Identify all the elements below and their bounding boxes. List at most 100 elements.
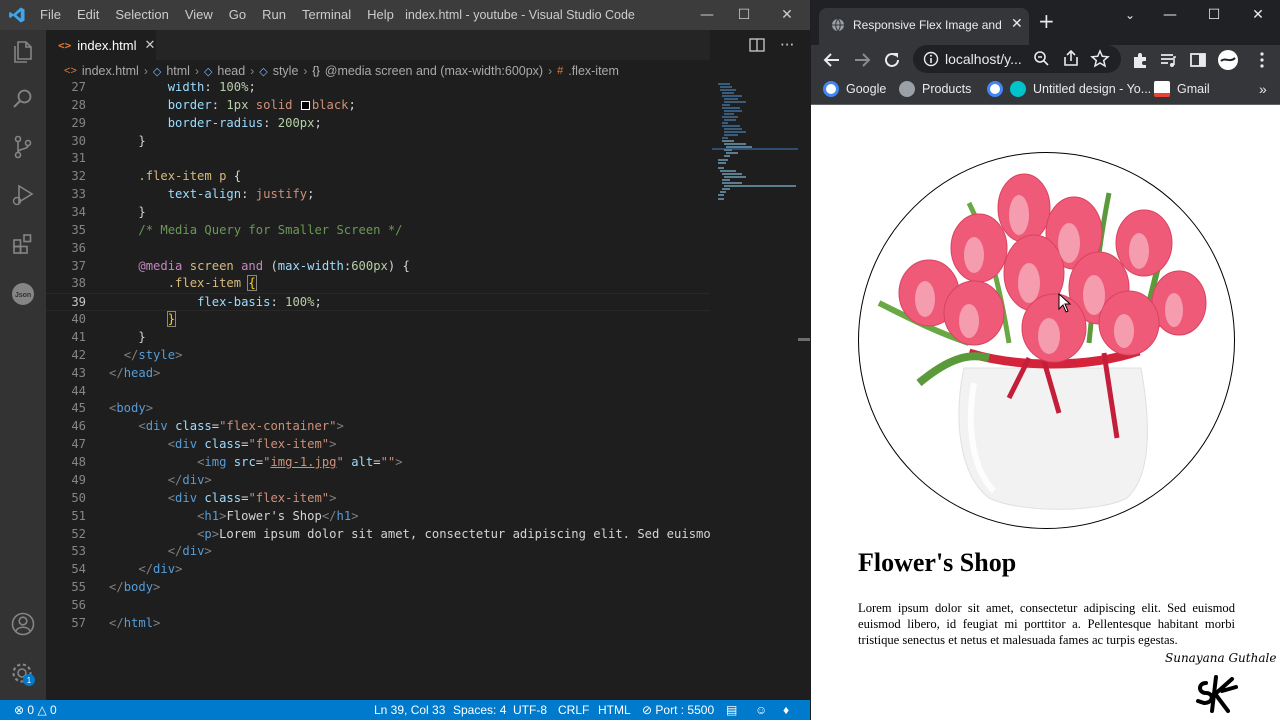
account-status-icon[interactable]: ☺: [755, 700, 767, 720]
code-line[interactable]: 56: [46, 597, 710, 615]
share-icon[interactable]: [1060, 48, 1082, 70]
bookmark-products[interactable]: Products: [899, 75, 971, 103]
code-line[interactable]: 49 </div>: [46, 472, 710, 490]
code-line[interactable]: 54 </div>: [46, 561, 710, 579]
code-line[interactable]: 33 text-align: justify;: [46, 186, 710, 204]
back-icon[interactable]: [821, 49, 843, 71]
code-line[interactable]: 51 <h1>Flower's Shop</h1>: [46, 508, 710, 526]
json-icon[interactable]: Json: [9, 280, 37, 308]
code-line[interactable]: 43 </head>: [46, 365, 710, 383]
close-window-icon[interactable]: ✕: [770, 0, 804, 30]
code-line[interactable]: 46 <div class="flex-container">: [46, 418, 710, 436]
side-panel-icon[interactable]: [1187, 49, 1209, 71]
code-line[interactable]: 53 </div>: [46, 543, 710, 561]
breadcrumb-file[interactable]: <> index.html: [64, 64, 139, 78]
explorer-icon[interactable]: [9, 38, 37, 66]
more-actions-icon[interactable]: ···: [780, 36, 794, 54]
address-bar[interactable]: localhost/y...: [913, 45, 1121, 73]
minimap[interactable]: [712, 82, 798, 202]
end-of-line[interactable]: CRLF: [558, 700, 589, 720]
profile-avatar[interactable]: [1217, 49, 1239, 71]
site-info-icon[interactable]: [923, 51, 939, 67]
bookmark-google[interactable]: Google: [823, 75, 886, 103]
tab-close-icon[interactable]: ✕: [1011, 16, 1023, 32]
media-queue-icon[interactable]: [1157, 49, 1179, 71]
source-control-icon[interactable]: [9, 133, 37, 161]
code-line[interactable]: 52 <p>Lorem ipsum dolor sit amet, consec…: [46, 526, 710, 544]
chrome-menu-icon[interactable]: [1251, 49, 1273, 71]
code-line[interactable]: 44: [46, 383, 710, 401]
code-line[interactable]: 47 <div class="flex-item">: [46, 436, 710, 454]
minimize-icon[interactable]: —: [1153, 0, 1187, 30]
cursor-position[interactable]: Ln 39, Col 33: [374, 700, 445, 720]
menu-terminal[interactable]: Terminal: [302, 0, 359, 30]
extensions-icon[interactable]: [9, 230, 37, 258]
run-debug-icon[interactable]: [9, 181, 37, 209]
encoding[interactable]: UTF-8: [513, 700, 547, 720]
reload-icon[interactable]: [881, 49, 903, 71]
breadcrumb-html[interactable]: ◇ html: [153, 64, 190, 78]
new-tab-icon[interactable]: +: [1038, 9, 1055, 33]
manage-gear-icon[interactable]: 1: [9, 660, 37, 688]
split-editor-icon[interactable]: [748, 36, 766, 54]
code-line[interactable]: 38 .flex-item {: [46, 275, 710, 293]
code-line[interactable]: 39 flex-basis: 100%;: [46, 293, 710, 312]
zoom-icon[interactable]: [1031, 48, 1053, 70]
more-bookmarks-icon[interactable]: »: [1259, 75, 1267, 103]
code-line[interactable]: 30 }: [46, 133, 710, 151]
code-line[interactable]: 32 .flex-item p {: [46, 168, 710, 186]
code-line[interactable]: 48 <img src="img-1.jpg" alt="">: [46, 454, 710, 472]
forward-icon[interactable]: [851, 49, 873, 71]
code-line[interactable]: 37 @media screen and (max-width:600px) {: [46, 258, 710, 276]
notifications-bell-icon[interactable]: ♦: [783, 700, 789, 720]
code-line[interactable]: 55 </body>: [46, 579, 710, 597]
language-mode[interactable]: HTML: [598, 700, 631, 720]
code-line[interactable]: 35 /* Media Query for Smaller Screen */: [46, 222, 710, 240]
indentation[interactable]: Spaces: 4: [453, 700, 506, 720]
breadcrumb-head[interactable]: ◇ head: [204, 64, 245, 78]
editor-scrollbar[interactable]: [798, 82, 810, 700]
extensions-puzzle-icon[interactable]: [1129, 49, 1151, 71]
breadcrumb-media[interactable]: {} @media screen and (max-width:600px): [312, 64, 543, 78]
code-line[interactable]: 41 }: [46, 329, 710, 347]
code-line[interactable]: 45 <body>: [46, 400, 710, 418]
tab-index-html[interactable]: <> index.html ✕: [46, 30, 156, 60]
live-server-port[interactable]: ⊘ Port : 5500: [642, 700, 714, 720]
menu-run[interactable]: Run: [262, 0, 294, 30]
close-window-icon[interactable]: ✕: [1241, 0, 1275, 30]
browser-tab[interactable]: Responsive Flex Image and Pa ✕: [819, 8, 1029, 45]
menu-file[interactable]: File: [40, 0, 69, 30]
scrollbar-thumb[interactable]: [798, 338, 810, 341]
problems-indicator[interactable]: ⊗ 0 △ 0: [14, 700, 57, 720]
code-line[interactable]: 27 width: 100%;: [46, 82, 710, 97]
menu-view[interactable]: View: [185, 0, 221, 30]
bookmark-star-icon[interactable]: [1089, 48, 1111, 70]
code-line[interactable]: 29 border-radius: 200px;: [46, 115, 710, 133]
code-line[interactable]: 50 <div class="flex-item">: [46, 490, 710, 508]
account-icon[interactable]: [9, 610, 37, 638]
tab-close-icon[interactable]: ✕: [145, 38, 156, 53]
maximize-icon[interactable]: ☐: [727, 0, 761, 30]
code-line[interactable]: 34 }: [46, 204, 710, 222]
menu-selection[interactable]: Selection: [115, 0, 176, 30]
code-editor[interactable]: 27 width: 100%; 28 border: 1px solid blac…: [46, 82, 710, 700]
code-line[interactable]: 28 border: 1px solid black;: [46, 97, 710, 115]
menu-edit[interactable]: Edit: [77, 0, 107, 30]
search-icon[interactable]: [9, 85, 37, 113]
breadcrumb-style[interactable]: ◇ style: [259, 64, 298, 78]
code-line[interactable]: 57 </html>: [46, 615, 710, 633]
menu-go[interactable]: Go: [229, 0, 254, 30]
bookmark-canva[interactable]: Untitled design - Yo...: [1010, 75, 1151, 103]
minimize-icon[interactable]: —: [690, 0, 724, 30]
bookmark-google-2[interactable]: [987, 75, 1010, 103]
maximize-icon[interactable]: ☐: [1197, 0, 1231, 30]
breadcrumb-flex-item[interactable]: # .flex-item: [557, 64, 619, 78]
tab-search-chevron-icon[interactable]: ⌄: [1113, 0, 1147, 30]
color-swatch[interactable]: [300, 100, 310, 110]
feedback-icon[interactable]: ▤: [726, 700, 737, 720]
code-line[interactable]: 42 </style>: [46, 347, 710, 365]
code-line[interactable]: 36: [46, 240, 710, 258]
bookmark-gmail[interactable]: Gmail: [1154, 75, 1210, 103]
code-line[interactable]: 40 }: [46, 311, 710, 329]
code-line[interactable]: 31: [46, 150, 710, 168]
